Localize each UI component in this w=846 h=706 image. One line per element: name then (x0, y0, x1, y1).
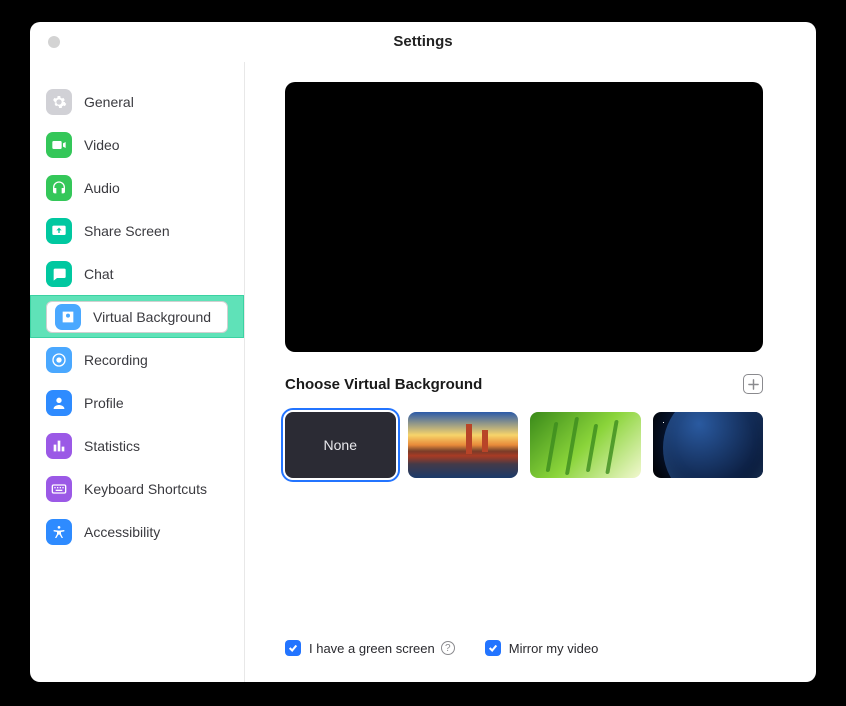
gear-icon (46, 89, 72, 115)
add-background-button[interactable] (743, 374, 763, 394)
sidebar-item-audio[interactable]: Audio (30, 166, 244, 209)
background-thumb-bridge[interactable] (408, 412, 519, 478)
sidebar-item-label: Audio (84, 180, 120, 196)
sidebar-item-label: Recording (84, 352, 148, 368)
sidebar-item-label: Virtual Background (93, 309, 211, 325)
virtual-bg-icon (55, 304, 81, 330)
sidebar-item-recording[interactable]: Recording (30, 338, 244, 381)
thumb-label: None (324, 437, 357, 453)
sidebar-item-share-screen[interactable]: Share Screen (30, 209, 244, 252)
sidebar-item-chat[interactable]: Chat (30, 252, 244, 295)
sidebar-item-label: Keyboard Shortcuts (84, 481, 207, 497)
settings-window: Settings General Video Audio (30, 22, 816, 682)
video-preview (285, 82, 763, 352)
videocam-icon (46, 132, 72, 158)
background-thumb-space[interactable] (653, 412, 764, 478)
checkbox-label: Mirror my video (509, 641, 599, 656)
green-screen-checkbox[interactable]: I have a green screen ? (285, 640, 455, 656)
section-header: Choose Virtual Background (285, 374, 763, 394)
sidebar-item-general[interactable]: General (30, 80, 244, 123)
titlebar: Settings (30, 22, 816, 62)
window-title: Settings (30, 33, 816, 50)
stats-icon (46, 433, 72, 459)
recording-icon (46, 347, 72, 373)
sidebar-item-label: Share Screen (84, 223, 170, 239)
sidebar-item-keyboard-shortcuts[interactable]: Keyboard Shortcuts (30, 467, 244, 510)
sidebar-item-profile[interactable]: Profile (30, 381, 244, 424)
background-thumb-none[interactable]: None (285, 412, 396, 478)
sidebar-item-video[interactable]: Video (30, 123, 244, 166)
checkbox-label: I have a green screen (309, 641, 435, 656)
sidebar-item-label: Accessibility (84, 524, 160, 540)
mirror-video-checkbox[interactable]: Mirror my video (485, 640, 599, 656)
sidebar-item-accessibility[interactable]: Accessibility (30, 510, 244, 553)
background-thumbnails: None (285, 412, 763, 478)
close-window-button[interactable] (48, 36, 60, 48)
sidebar-item-label: Video (84, 137, 120, 153)
background-thumb-grass[interactable] (530, 412, 641, 478)
sidebar: General Video Audio Share Screen (30, 62, 245, 682)
sidebar-item-virtual-background[interactable]: Virtual Background (30, 295, 244, 338)
sidebar-item-inner: Virtual Background (46, 301, 228, 333)
keyboard-icon (46, 476, 72, 502)
chat-icon (46, 261, 72, 287)
checkbox-icon (285, 640, 301, 656)
headphones-icon (46, 175, 72, 201)
sidebar-item-label: Statistics (84, 438, 140, 454)
section-title: Choose Virtual Background (285, 376, 482, 393)
options-row: I have a green screen ? Mirror my video (285, 640, 784, 664)
content-pane: Choose Virtual Background None (245, 62, 816, 682)
sidebar-item-label: General (84, 94, 134, 110)
share-screen-icon (46, 218, 72, 244)
sidebar-item-statistics[interactable]: Statistics (30, 424, 244, 467)
accessibility-icon (46, 519, 72, 545)
help-icon[interactable]: ? (441, 641, 455, 655)
window-body: General Video Audio Share Screen (30, 62, 816, 682)
checkbox-icon (485, 640, 501, 656)
sidebar-item-label: Chat (84, 266, 114, 282)
person-icon (46, 390, 72, 416)
sidebar-item-label: Profile (84, 395, 124, 411)
